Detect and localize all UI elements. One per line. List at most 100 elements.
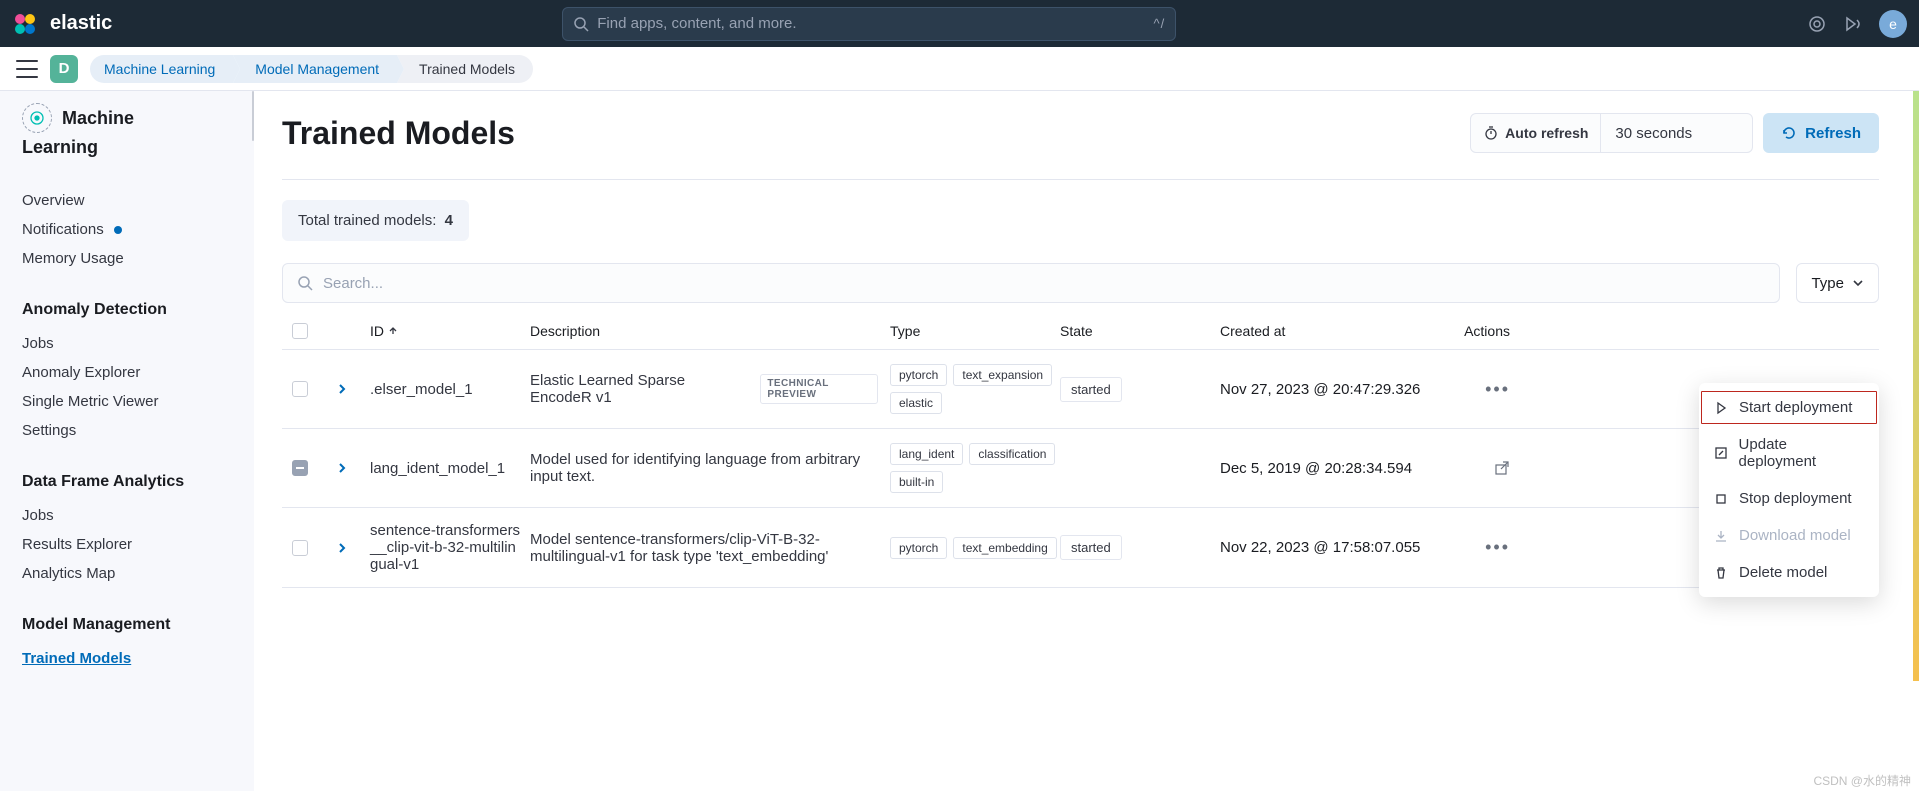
elastic-logo[interactable]: elastic [12,11,112,37]
created-at: Dec 5, 2019 @ 20:28:34.594 [1220,460,1460,477]
main-content: Trained Models Auto refresh 30 seconds R… [254,91,1919,791]
model-description: Model sentence-transformers/clip-ViT-B-3… [530,531,890,565]
search-icon [573,16,589,32]
sidebar-item-single-metric-viewer[interactable]: Single Metric Viewer [22,387,238,416]
table-header-row: ID Description Type State Created at Act… [282,313,1879,350]
sort-asc-icon [388,326,398,336]
model-id: sentence-transformers__clip-vit-b-32-mul… [370,522,530,573]
elastic-logo-icon [12,11,38,37]
sidebar-item-overview[interactable]: Overview [22,186,238,215]
page-title: Trained Models [282,115,515,152]
type-tags: lang_ident classification built-in [890,443,1060,493]
column-id[interactable]: ID [370,323,530,339]
user-avatar[interactable]: e [1879,10,1907,38]
row-actions-menu: Start deployment Update deployment Stop … [1699,383,1879,597]
edit-icon [1713,445,1729,461]
sidebar-item-trained-models[interactable]: Trained Models [22,644,238,673]
trash-icon [1713,565,1729,581]
sidebar: Machine Learning Overview Notifications … [0,91,254,791]
column-type[interactable]: Type [890,323,1060,339]
search-icon [297,275,313,291]
global-topbar: elastic Find apps, content, and more. ^/… [0,0,1919,47]
model-description: Model used for identifying language from… [530,451,890,485]
export-icon [1494,460,1510,476]
newsfeed-icon[interactable] [1843,14,1863,34]
sidebar-item-anomaly-explorer[interactable]: Anomaly Explorer [22,358,238,387]
row-checkbox[interactable] [292,381,308,397]
table-row: sentence-transformers__clip-vit-b-32-mul… [282,508,1879,588]
column-actions: Actions [1460,323,1520,339]
global-search-input[interactable]: Find apps, content, and more. ^/ [562,7,1176,41]
type-tag: pytorch [890,537,947,559]
menu-update-deployment[interactable]: Update deployment [1699,426,1879,480]
nav-toggle-button[interactable] [16,60,38,78]
type-tag: text_expansion [953,364,1052,386]
menu-start-deployment[interactable]: Start deployment [1699,389,1879,426]
help-icon[interactable] [1807,14,1827,34]
type-tag: pytorch [890,364,947,386]
state-badge: started [1060,535,1122,560]
row-checkbox[interactable] [292,540,308,556]
type-tag: lang_ident [890,443,963,465]
expand-row-button[interactable] [330,456,354,480]
created-at: Nov 27, 2023 @ 20:47:29.326 [1220,381,1460,398]
tech-preview-badge: TECHNICAL PREVIEW [760,374,878,404]
model-id: .elser_model_1 [370,381,530,398]
row-actions-button[interactable]: ••• [1485,379,1510,400]
menu-delete-model[interactable]: Delete model [1699,554,1879,591]
brand-name: elastic [50,12,112,35]
sidebar-item-analytics-map[interactable]: Analytics Map [22,559,238,588]
type-tag: built-in [890,471,943,493]
watermark: CSDN @水的精神 [1813,772,1911,789]
breadcrumb-ml[interactable]: Machine Learning [90,55,233,83]
auto-refresh-picker[interactable]: Auto refresh 30 seconds [1470,113,1753,153]
row-actions-button[interactable]: ••• [1485,537,1510,558]
sidebar-group-dfa: Data Frame Analytics [22,473,238,491]
sidebar-item-results-explorer[interactable]: Results Explorer [22,530,238,559]
column-created[interactable]: Created at [1220,323,1460,339]
trained-models-table: ID Description Type State Created at Act… [282,313,1879,588]
decorative-bar [1913,91,1919,681]
column-state[interactable]: State [1060,323,1220,339]
breadcrumb-trained-models: Trained Models [397,55,533,83]
auto-refresh-label: Auto refresh [1505,125,1588,141]
sidebar-item-settings[interactable]: Settings [22,416,238,445]
type-tags: pytorch text_embedding [890,537,1060,559]
type-tag: text_embedding [953,537,1056,559]
sidebar-item-notifications[interactable]: Notifications [22,215,238,244]
table-row: .elser_model_1 Elastic Learned Sparse En… [282,350,1879,429]
breadcrumb-model-management[interactable]: Model Management [233,55,397,83]
timer-icon [1483,125,1499,141]
app-title-line2: Learning [22,137,238,158]
app-title-line1: Machine [62,108,134,129]
menu-stop-deployment[interactable]: Stop deployment [1699,480,1879,517]
select-all-checkbox[interactable] [292,323,308,339]
total-models-badge: Total trained models: 4 [282,200,469,241]
sidebar-item-memory-usage[interactable]: Memory Usage [22,244,238,273]
state-badge: started [1060,377,1122,402]
model-id: lang_ident_model_1 [370,460,530,477]
refresh-icon [1781,125,1797,141]
expand-row-button[interactable] [330,377,354,401]
type-filter-dropdown[interactable]: Type [1796,263,1879,303]
search-shortcut-hint: ^/ [1154,16,1166,31]
model-description: Elastic Learned Sparse EncodeR v1 [530,372,750,406]
download-icon [1713,528,1729,544]
play-icon [1713,400,1729,416]
stop-icon [1713,491,1729,507]
row-checkbox[interactable] [292,460,308,476]
space-selector[interactable]: D [50,55,78,83]
sidebar-group-anomaly: Anomaly Detection [22,301,238,319]
type-tag: classification [969,443,1055,465]
refresh-button[interactable]: Refresh [1763,113,1879,153]
sidebar-item-jobs-anomaly[interactable]: Jobs [22,329,238,358]
sidebar-item-jobs-dfa[interactable]: Jobs [22,501,238,530]
row-actions-button[interactable] [1494,460,1510,476]
models-search-input[interactable]: Search... [282,263,1780,303]
subheader: D Machine Learning Model Management Trai… [0,47,1919,91]
sidebar-group-model-management: Model Management [22,616,238,634]
table-row: lang_ident_model_1 Model used for identi… [282,429,1879,508]
notification-dot-icon [114,226,122,234]
expand-row-button[interactable] [330,536,354,560]
column-description[interactable]: Description [530,323,890,339]
